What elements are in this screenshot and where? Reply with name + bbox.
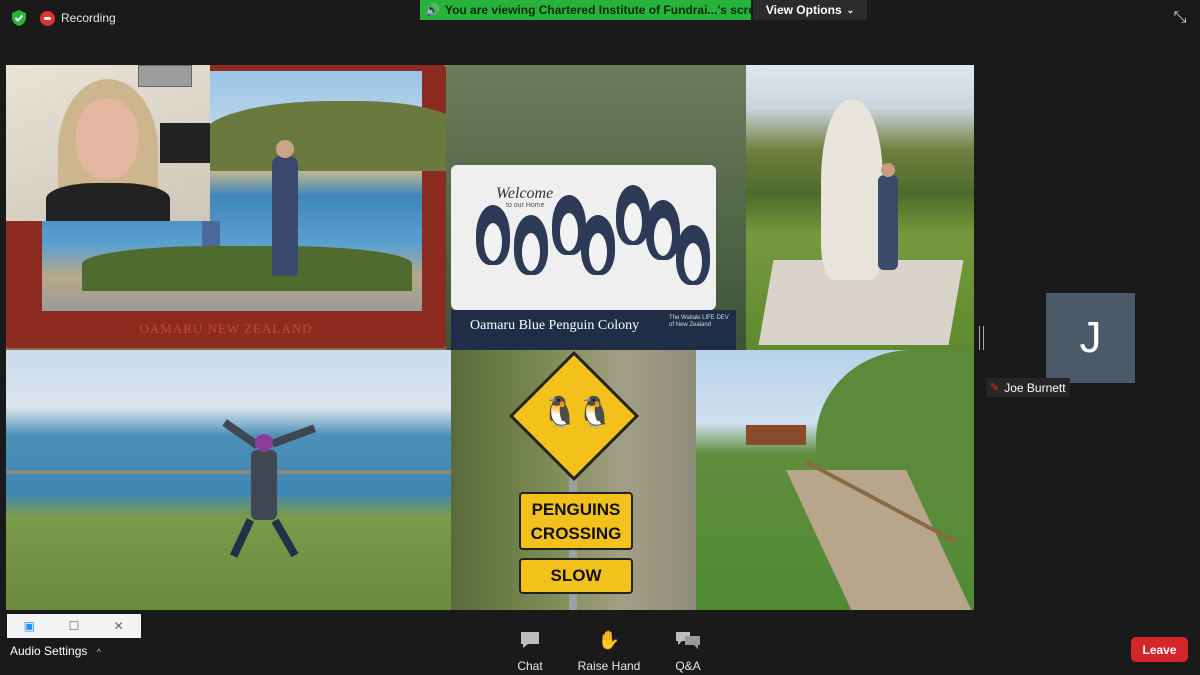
sign-colony: Oamaru Blue Penguin Colony: [470, 318, 640, 333]
chat-label: Chat: [517, 659, 543, 673]
slow-sign: SLOW: [519, 558, 633, 594]
participant-name: Joe Burnett: [1004, 380, 1066, 395]
sign-to-our-home: to our Home: [506, 202, 545, 209]
resize-handle[interactable]: [979, 326, 984, 350]
recording-label: Recording: [61, 11, 116, 25]
close-icon[interactable]: ✕: [96, 619, 141, 633]
sign-small-text: The Waitaki LIFE DEV of New Zealand: [669, 315, 729, 328]
chevron-down-icon: ⌄: [846, 4, 855, 15]
participant-video-tile[interactable]: J: [1046, 293, 1135, 383]
exit-fullscreen-icon[interactable]: ⤡: [1168, 6, 1192, 30]
road-sign-line1: PENGUINS: [531, 500, 621, 519]
frame-caption: OAMARU NEW ZEALAND: [139, 321, 313, 336]
speaker-icon: 🔊: [425, 3, 440, 17]
penguin-statue-tile: [746, 65, 974, 350]
penguins-crossing-sign: PENGUINS CROSSING: [519, 492, 633, 550]
road-sign-line2: CROSSING: [530, 524, 622, 543]
chat-icon: [490, 630, 570, 654]
avatar-initial: J: [1079, 313, 1102, 362]
presenter-video[interactable]: [6, 65, 210, 221]
view-options-button[interactable]: View Options ⌄: [753, 0, 867, 20]
qa-icon: [648, 630, 728, 654]
screen-share-text: You are viewing Chartered Institute of F…: [444, 3, 751, 17]
qa-label: Q&A: [675, 659, 701, 673]
jumping-person: [251, 434, 277, 520]
recording-icon[interactable]: [40, 11, 55, 26]
penguin-sign-icon: 🐧🐧: [541, 396, 614, 429]
chat-button[interactable]: Chat: [490, 630, 570, 673]
leave-button[interactable]: Leave: [1131, 637, 1188, 662]
chevron-up-icon[interactable]: ^: [97, 647, 101, 657]
boardwalk-tile: [696, 350, 974, 610]
audio-settings-button[interactable]: Audio Settings ^: [10, 644, 101, 658]
raise-hand-icon: ✋: [597, 630, 621, 650]
mini-window-controls: ▣ ☐ ✕: [7, 614, 141, 638]
raise-hand-button[interactable]: ✋ Raise Hand: [569, 630, 649, 673]
qa-button[interactable]: Q&A: [648, 630, 728, 673]
screen-share-banner: 🔊 You are viewing Chartered Institute of…: [420, 0, 751, 20]
zoom-window-icon[interactable]: ▣: [7, 619, 52, 633]
penguin-crossing-tile: 🐧🐧 PENGUINS CROSSING SLOW: [451, 350, 696, 610]
penguin-statue: [821, 100, 883, 280]
penguin-colony-tile: Welcome to our Home Oamaru Blue Penguin …: [446, 65, 746, 350]
shield-check-icon[interactable]: [10, 9, 28, 27]
raise-hand-label: Raise Hand: [577, 659, 641, 673]
harbour-view-tile: [6, 350, 451, 610]
shared-screen: OAMARU NEW ZEALAND Welcome to our Home O…: [6, 65, 974, 610]
maximize-icon[interactable]: ☐: [52, 619, 97, 633]
mic-muted-icon: ✎: [990, 382, 1000, 394]
audio-settings-label: Audio Settings: [10, 644, 88, 658]
participant-name-tag: ✎ Joe Burnett: [986, 378, 1070, 397]
sign-welcome: Welcome: [496, 185, 554, 202]
view-options-label: View Options: [765, 3, 842, 17]
